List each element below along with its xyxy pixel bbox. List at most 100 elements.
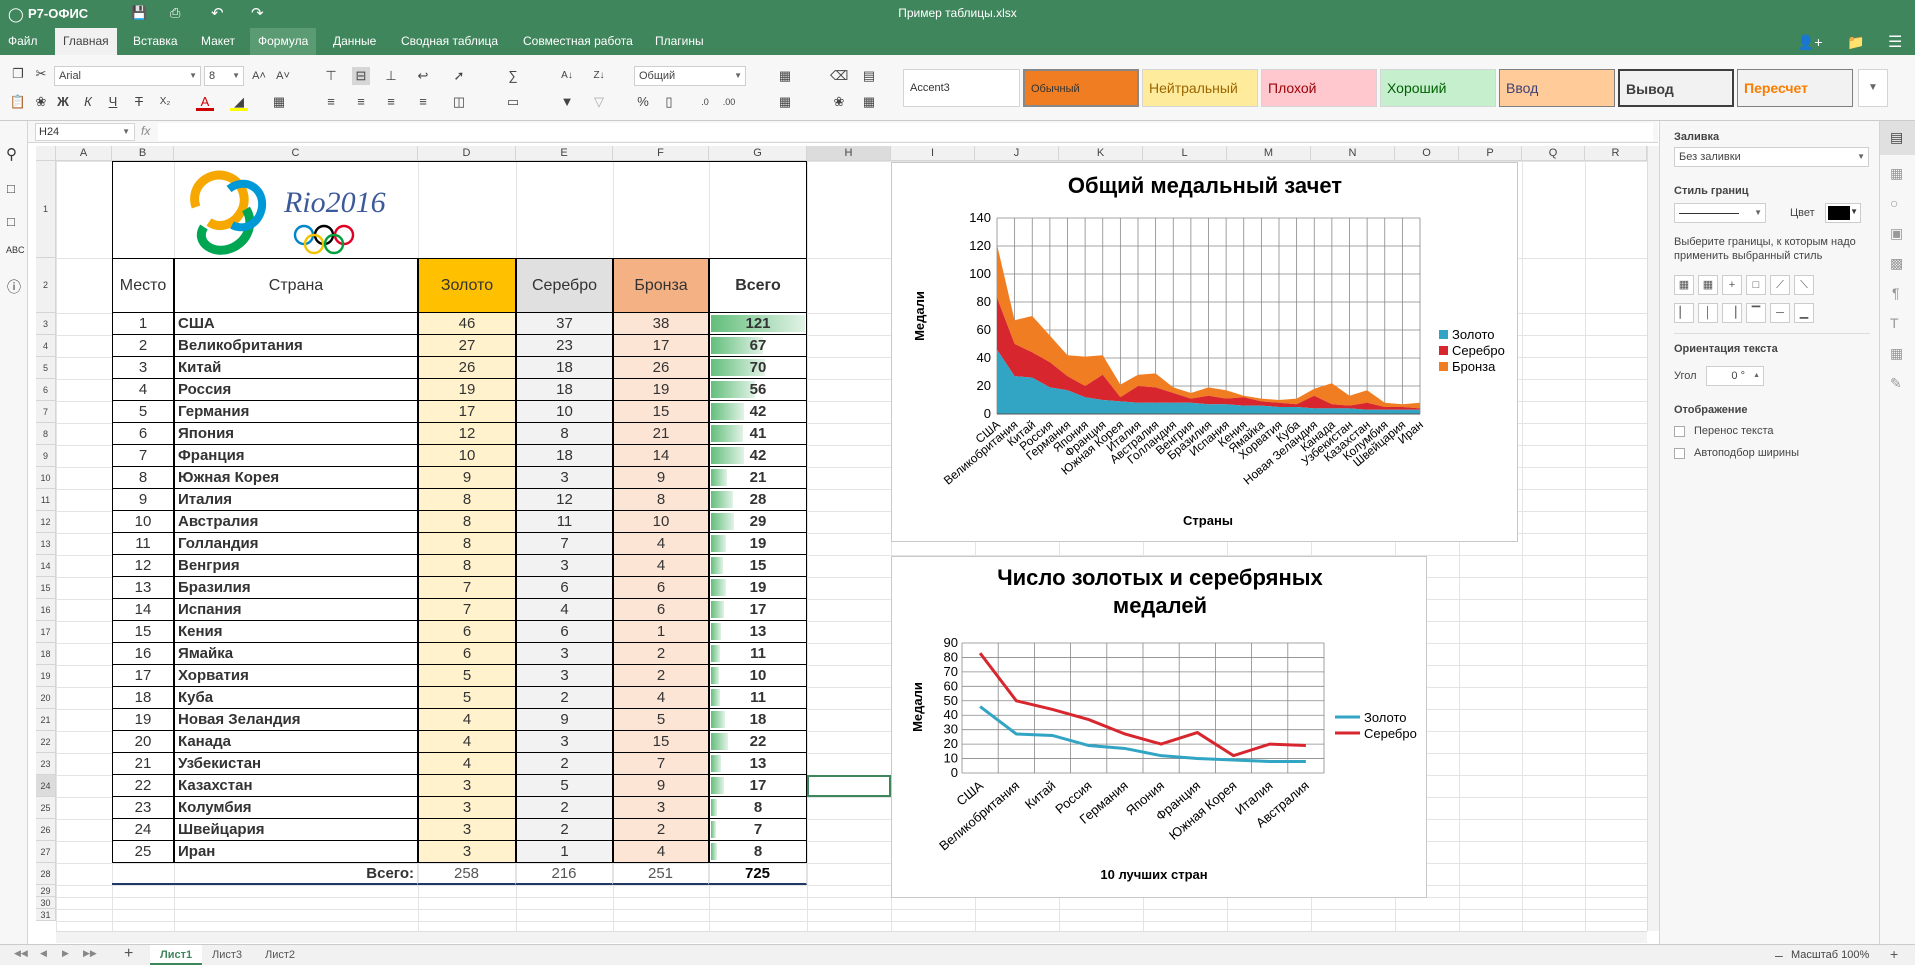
first-sheet-icon[interactable]: ◀◀ [14,948,28,959]
row-header-11[interactable]: 11 [36,489,56,511]
table-cell[interactable]: 14 [613,445,709,467]
table-cell[interactable]: 29 [709,511,807,533]
table-cell[interactable]: 21 [709,467,807,489]
borders-icon[interactable]: ▦ [270,93,288,111]
table-cell[interactable]: 8 [613,489,709,511]
add-sheet-icon[interactable]: + [124,945,133,963]
border-style-select[interactable]: ▼ [1674,203,1766,223]
row-header-21[interactable]: 21 [36,709,56,731]
fill-select[interactable]: Без заливки ▼ [1674,147,1869,167]
total-cell[interactable]: 251 [613,863,709,885]
menu-pivot[interactable]: Сводная таблица [393,28,506,55]
row-header-28[interactable]: 28 [36,863,56,885]
table-cell[interactable]: 6 [516,577,613,599]
table-cell[interactable]: 2 [516,753,613,775]
table-cell[interactable]: 22 [112,775,174,797]
image-settings-icon[interactable]: ▣ [1890,225,1903,242]
wrap-text-checkbox[interactable] [1674,426,1685,437]
country-cell[interactable]: Бразилия [174,577,418,599]
table-cell[interactable]: 18 [709,709,807,731]
sort-desc-icon[interactable]: Z↓ [590,67,608,85]
autofit-checkbox[interactable] [1674,448,1685,459]
table-cell[interactable]: 13 [709,753,807,775]
column-header-p[interactable]: P [1459,146,1522,161]
search-icon[interactable]: ⚲ [6,145,17,163]
row-header-22[interactable]: 22 [36,731,56,753]
row-header-26[interactable]: 26 [36,819,56,841]
horizontal-scrollbar[interactable] [56,931,1647,943]
table-cell[interactable]: 9 [613,775,709,797]
column-header-b[interactable]: B [112,146,174,161]
tab-sheet1[interactable]: Лист1 [150,945,203,965]
table-cell[interactable]: 42 [709,445,807,467]
country-cell[interactable]: Венгрия [174,555,418,577]
align-justify-icon[interactable]: ≡ [414,93,432,111]
pivot-settings-icon[interactable]: ▦ [1890,345,1903,362]
table-cell[interactable]: 7 [613,753,709,775]
table-cell[interactable]: 7 [418,577,516,599]
cell-settings-tab[interactable]: ▤ [1880,121,1915,155]
table-cell[interactable]: 67 [709,335,807,357]
table-cell[interactable]: 41 [709,423,807,445]
subscript-icon[interactable]: X₂ [156,93,174,111]
orientation-icon[interactable]: ➚ [450,67,468,85]
table-cell[interactable]: 6 [418,621,516,643]
right-border-icon[interactable]: ▕ [1722,303,1742,323]
inner-horizontal-icon[interactable]: ─ [1770,303,1790,323]
table-cell[interactable]: 14 [112,599,174,621]
table-cell[interactable]: 12 [418,423,516,445]
paragraph-settings-icon[interactable]: ¶ [1892,285,1900,301]
row-header-8[interactable]: 8 [36,423,56,445]
table-cell[interactable]: 21 [613,423,709,445]
column-header-k[interactable]: K [1059,146,1143,161]
country-cell[interactable]: Швейцария [174,819,418,841]
total-cell[interactable]: 258 [418,863,516,885]
table-cell[interactable]: 7 [516,533,613,555]
column-header-r[interactable]: R [1585,146,1647,161]
diagonal-down-icon[interactable]: ⟍ [1794,275,1814,295]
font-color-icon[interactable]: A [196,93,214,111]
clear-filter-icon[interactable]: ▽ [590,93,608,111]
row-header-12[interactable]: 12 [36,511,56,533]
increase-font-icon[interactable]: A˄ [250,67,268,85]
row-header-24[interactable]: 24 [36,775,56,797]
style-output[interactable]: Вывод [1618,69,1734,107]
table-cell[interactable]: 12 [516,489,613,511]
table-cell[interactable]: 9 [418,467,516,489]
column-header-d[interactable]: D [418,146,516,161]
table-cell[interactable]: 1 [613,621,709,643]
row-header-18[interactable]: 18 [36,643,56,665]
border-color-picker[interactable]: ▼ [1825,203,1861,223]
column-header-a[interactable]: A [56,146,112,161]
left-border-icon[interactable]: ▏ [1674,303,1694,323]
table-cell[interactable]: 15 [112,621,174,643]
table-cell[interactable]: 11 [709,643,807,665]
table-cell[interactable]: 4 [613,687,709,709]
table-cell[interactable]: 19 [709,577,807,599]
table-cell[interactable]: 3 [613,797,709,819]
style-neutral[interactable]: Нейтральный [1142,69,1258,107]
table-cell[interactable]: 42 [709,401,807,423]
named-range-icon[interactable]: ▭ [504,93,522,111]
table-cell[interactable]: 1 [516,841,613,863]
number-format-select[interactable]: Общий ▼ [634,66,746,86]
row-header-7[interactable]: 7 [36,401,56,423]
table-cell[interactable]: 38 [613,313,709,335]
table-cell[interactable]: 11 [516,511,613,533]
column-header-c[interactable]: C [174,146,418,161]
table-cell[interactable]: 10 [418,445,516,467]
table-cell[interactable]: 37 [516,313,613,335]
filter-icon[interactable]: ▼ [558,93,576,111]
table-cell[interactable]: 28 [709,489,807,511]
wrap-text-icon[interactable]: ↩ [414,67,432,85]
table-cell[interactable]: 8 [418,555,516,577]
decrease-decimal-icon[interactable]: .0 [696,93,714,111]
textart-settings-icon[interactable]: T [1890,315,1899,331]
country-cell[interactable]: Россия [174,379,418,401]
table-cell[interactable]: 19 [613,379,709,401]
table-cell[interactable]: 4 [613,841,709,863]
formula-input[interactable] [158,123,1653,141]
table-cell[interactable]: 9 [112,489,174,511]
copy-style-icon[interactable]: ❀ [830,93,848,111]
menu-plugins[interactable]: Плагины [647,28,712,55]
